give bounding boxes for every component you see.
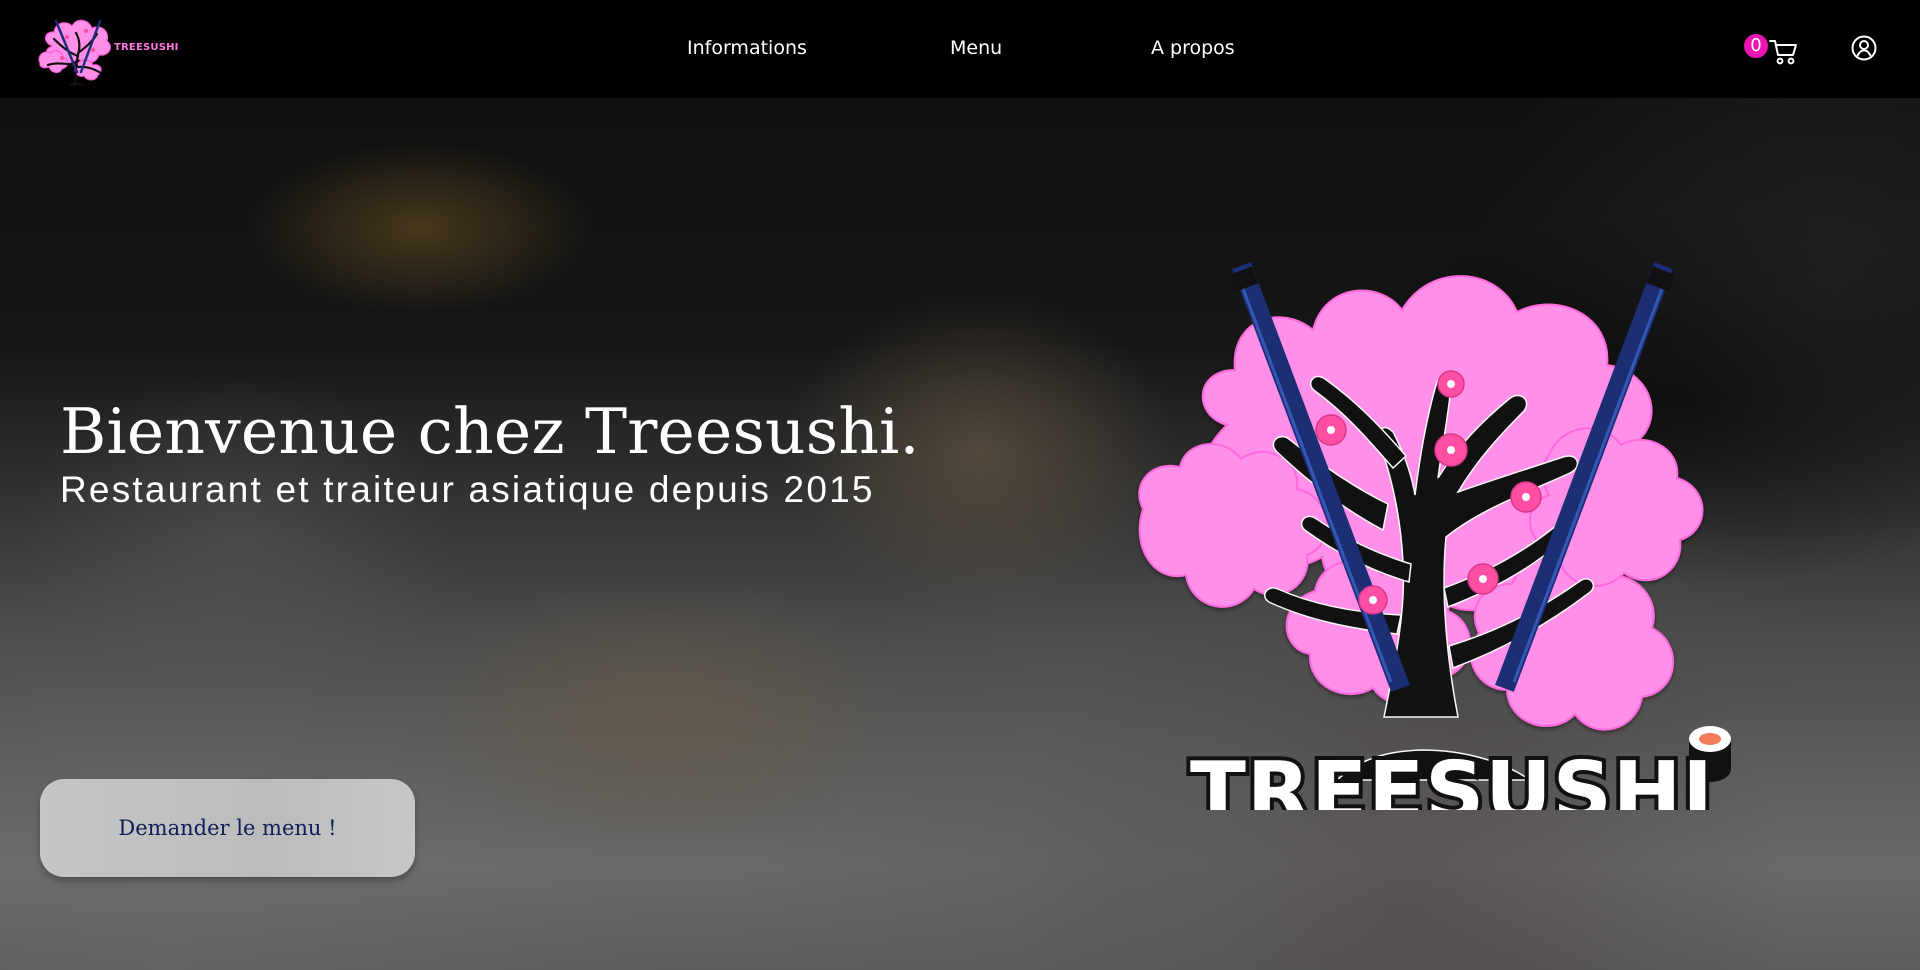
shopping-cart-icon: [1769, 40, 1797, 65]
hero-subtitle: Restaurant et traiteur asiatique depuis …: [60, 469, 875, 510]
nav-informations[interactable]: Informations: [687, 36, 807, 60]
cart-count-badge: 0: [1744, 34, 1768, 58]
hero-title: Bienvenue chez Treesushi.: [60, 395, 920, 468]
main-navigation: Informations Menu A propos: [0, 0, 1920, 98]
hero-logo-wordmark: TREESUSHI: [1190, 745, 1714, 810]
hero-treesushi-logo: TREESUSHI: [1135, 200, 1775, 810]
cart-button[interactable]: 0: [1744, 34, 1800, 65]
cherry-tree-logo-icon: TREESUSHI: [1138, 262, 1731, 810]
top-navigation-bar: TREESUSHI Informations Menu A propos 0: [0, 0, 1920, 98]
user-account-button[interactable]: [1851, 35, 1877, 61]
nav-menu[interactable]: Menu: [950, 36, 1002, 60]
user-account-icon: [1851, 35, 1877, 61]
hero-section: Bienvenue chez Treesushi. Restaurant et …: [0, 98, 1920, 970]
treesushi-page: TREESUSHI Informations Menu A propos 0 B…: [0, 0, 1920, 970]
nav-a-propos[interactable]: A propos: [1151, 36, 1235, 60]
request-menu-button[interactable]: Demander le menu !: [40, 779, 415, 877]
